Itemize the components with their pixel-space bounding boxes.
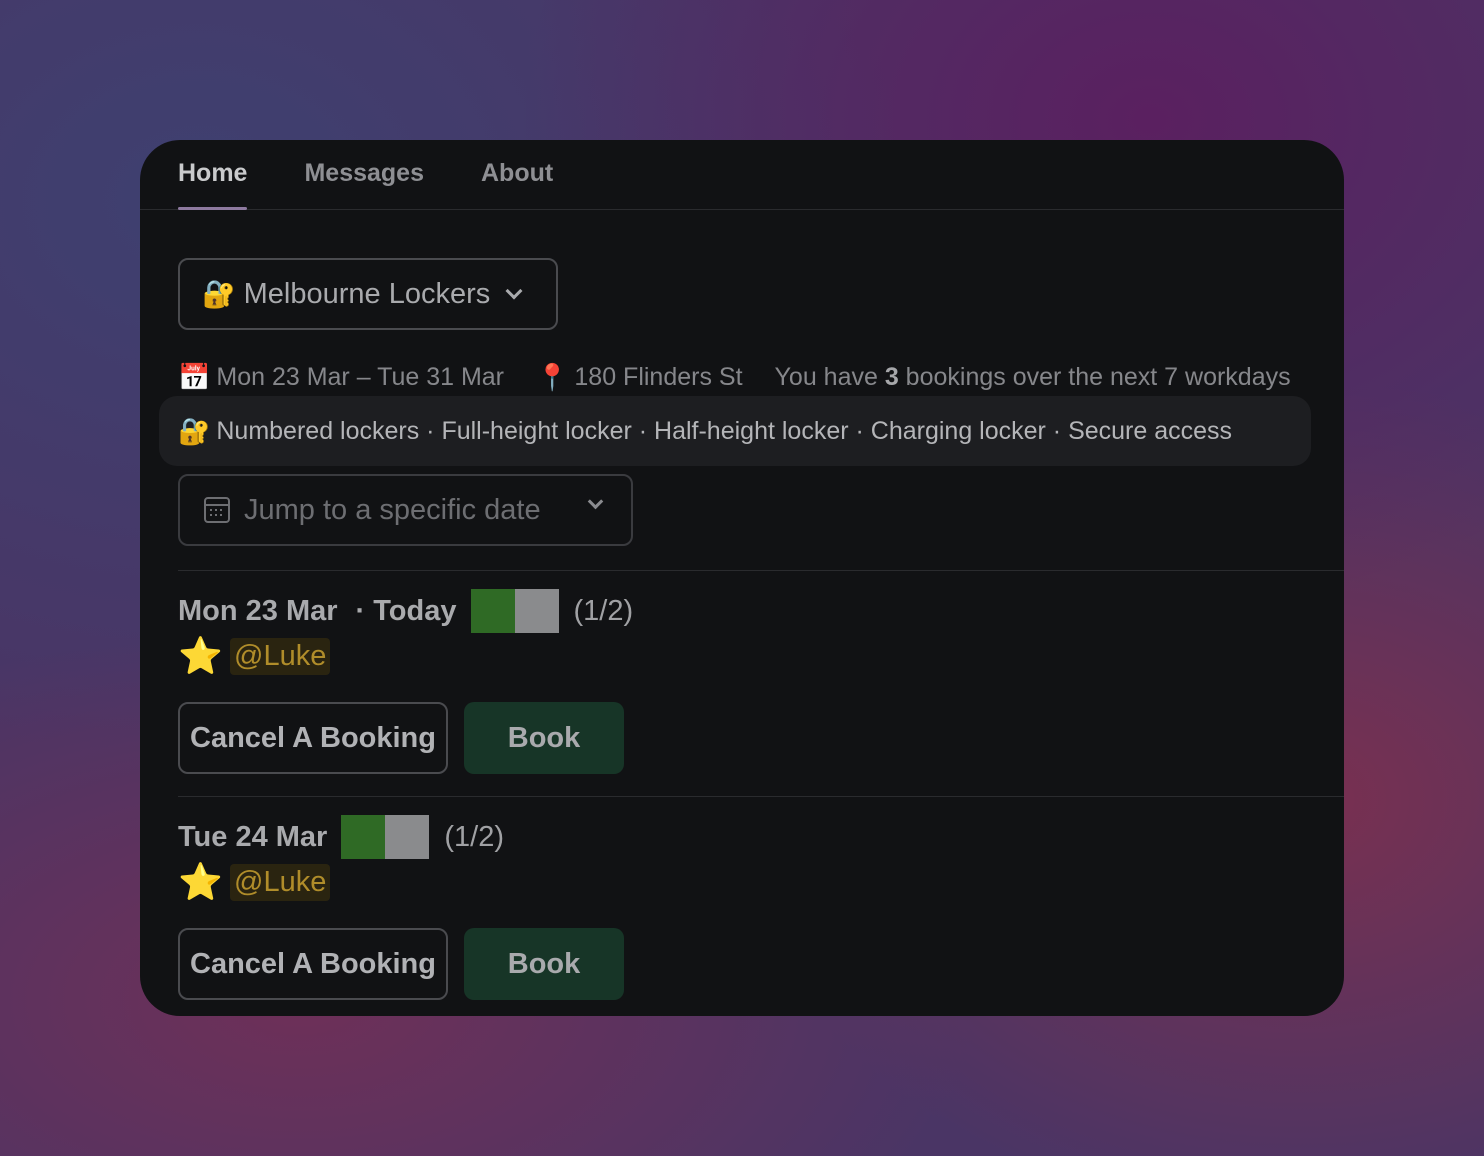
tab-about[interactable]: About xyxy=(481,140,553,210)
chevron-down-icon xyxy=(587,493,604,510)
slot-free xyxy=(385,815,430,859)
tab-home[interactable]: Home xyxy=(178,140,248,210)
star-icon: ⭐ xyxy=(178,635,223,676)
date-picker-placeholder: Jump to a specific date xyxy=(244,493,541,526)
slot-taken xyxy=(341,815,386,859)
date-range: Mon 23 Mar – Tue 31 Mar xyxy=(216,363,505,391)
calendar-icon: 📅 xyxy=(178,362,211,392)
slot-taken xyxy=(470,589,515,633)
chevron-down-icon xyxy=(505,282,523,300)
features-banner: 🔐 Numbered lockers · Full-height locker … xyxy=(159,396,1311,466)
slot-count: (1/2) xyxy=(444,820,504,853)
booking-info-line: 📅 Mon 23 Mar – Tue 31 Mar 📍 180 Flinders… xyxy=(178,362,1323,393)
slot-free xyxy=(514,589,559,633)
date-picker-dropdown[interactable]: Jump to a specific date xyxy=(178,474,633,546)
features-text: Numbered lockers · Full-height locker · … xyxy=(216,416,1233,445)
day-date: Tue 24 Mar xyxy=(178,820,328,853)
pin-icon: 📍 xyxy=(536,362,569,392)
slot-indicator xyxy=(470,589,559,633)
divider xyxy=(178,796,1344,797)
calendar-icon xyxy=(204,497,230,523)
day-block-mon: Mon 23 Mar · Today (1/2) ⭐ @Luke Cancel … xyxy=(178,588,633,774)
day-block-tue: Tue 24 Mar (1/2) ⭐ @Luke Cancel A Bookin… xyxy=(178,814,624,1000)
cancel-booking-button[interactable]: Cancel A Booking xyxy=(178,928,448,1000)
book-button[interactable]: Book xyxy=(464,928,624,1000)
location-label: Melbourne Lockers xyxy=(243,277,491,310)
bookings-prefix: You have xyxy=(774,363,885,391)
day-date: Mon 23 Mar xyxy=(178,594,338,627)
app-window: Home Messages About 🔐 Melbourne Lockers … xyxy=(140,140,1344,1016)
bookings-count: 3 xyxy=(884,363,899,391)
locked-key-icon: 🔐 xyxy=(178,415,211,446)
locked-key-icon: 🔐 xyxy=(202,279,236,309)
tab-messages[interactable]: Messages xyxy=(304,140,424,210)
bookings-summary: You have 3 bookings over the next 7 work… xyxy=(775,363,1291,392)
today-label: · Today xyxy=(355,594,457,627)
user-mention[interactable]: @Luke xyxy=(230,863,331,901)
slot-indicator xyxy=(341,815,430,859)
address: 180 Flinders St xyxy=(574,363,743,391)
book-button[interactable]: Book xyxy=(464,702,624,774)
divider xyxy=(178,570,1344,571)
slot-count: (1/2) xyxy=(573,594,634,627)
location-dropdown[interactable]: 🔐 Melbourne Lockers xyxy=(178,258,558,330)
cancel-booking-button[interactable]: Cancel A Booking xyxy=(178,702,448,774)
star-icon: ⭐ xyxy=(178,861,223,902)
user-mention[interactable]: @Luke xyxy=(230,637,331,675)
tab-bar: Home Messages About xyxy=(140,140,1344,210)
bookings-suffix: bookings over the next 7 workdays xyxy=(898,363,1291,391)
